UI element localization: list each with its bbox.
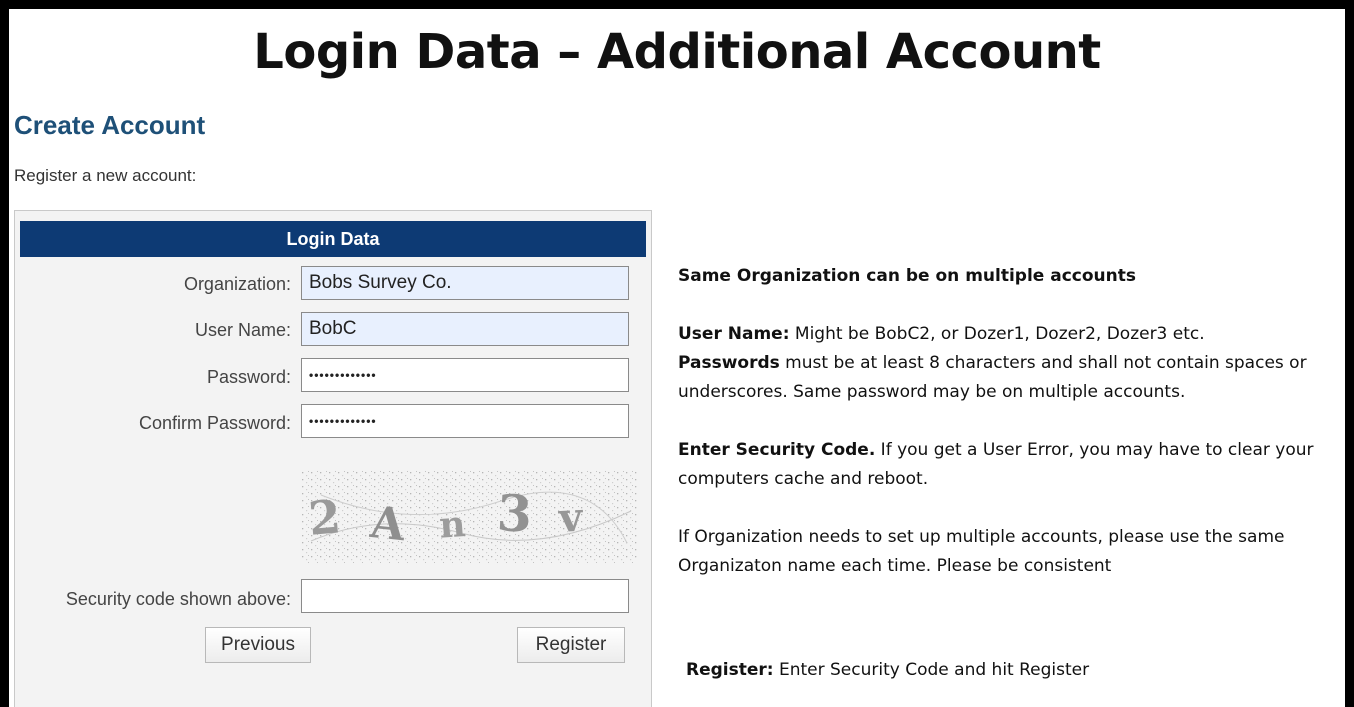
captcha-char: v (557, 494, 585, 542)
confirm-password-input[interactable]: ••••••••••••• (301, 404, 629, 438)
captcha-char: n (438, 503, 467, 547)
username-label: User Name: (194, 320, 291, 340)
username-note-label: User Name: (678, 324, 790, 344)
slide-title: Login Data – Additional Account (253, 24, 1101, 80)
captcha-char: A (367, 497, 408, 551)
organization-label: Organization: (183, 274, 291, 294)
security-note-label: Enter Security Code. (678, 440, 876, 460)
multi-account-note: If Organization needs to set up multiple… (678, 527, 1285, 576)
panel-header: Login Data (20, 221, 646, 257)
register-note-label: Register: (686, 660, 774, 680)
confirm-password-label: Confirm Password: (138, 413, 291, 433)
register-button[interactable]: Register (517, 627, 625, 663)
captcha-image: 2 A n 3 v (301, 471, 637, 563)
password-label: Password: (206, 367, 291, 387)
organization-input[interactable]: Bobs Survey Co. (301, 266, 629, 300)
security-code-input[interactable] (301, 579, 629, 613)
register-note-text: Enter Security Code and hit Register (773, 660, 1090, 680)
username-input[interactable]: BobC (301, 312, 629, 346)
login-data-panel: Login Data Organization: Bobs Survey Co.… (14, 210, 652, 707)
username-note-text: Might be BobC2, or Dozer1, Dozer2, Dozer… (789, 324, 1205, 344)
instructions: Same Organization can be on multiple acc… (678, 262, 1344, 581)
captcha-char: 2 (306, 489, 343, 546)
previous-button[interactable]: Previous (205, 627, 311, 663)
register-note: Register: Enter Security Code and hit Re… (686, 660, 1089, 680)
page-title: Create Account (14, 110, 206, 140)
password-input[interactable]: ••••••••••••• (301, 358, 629, 392)
password-note-label: Passwords (678, 353, 780, 373)
captcha-char: 3 (496, 483, 534, 544)
org-note: Same Organization can be on multiple acc… (678, 266, 1136, 286)
security-code-label: Security code shown above: (65, 589, 291, 609)
register-intro: Register a new account: (14, 166, 197, 185)
